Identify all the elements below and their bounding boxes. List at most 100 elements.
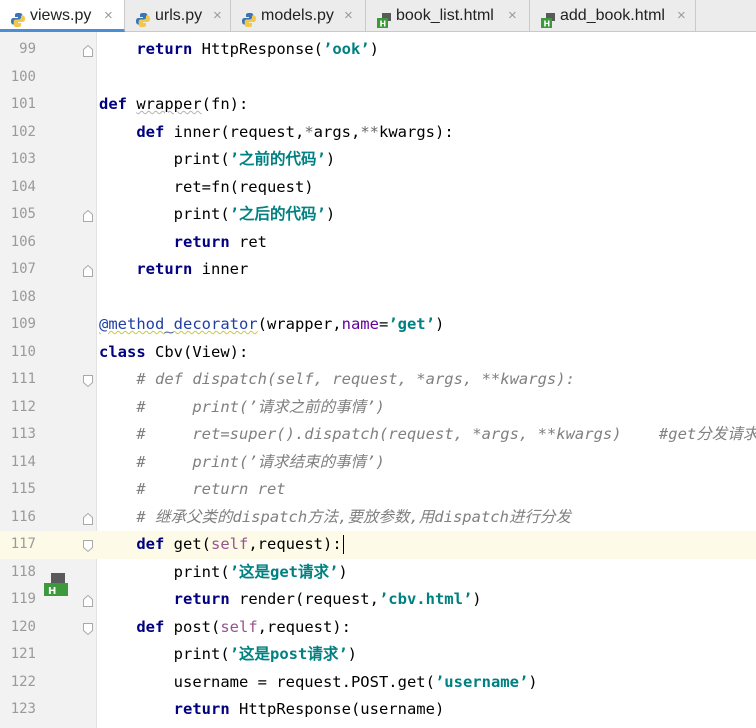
code-token: username = request.POST.get( [99,672,435,691]
code-token: print( [99,562,230,581]
editor-tab-bar: views.py × urls.py × models.py × Hbook_list.ht… [0,0,756,32]
code-token: ,request): [257,617,351,636]
code-text[interactable]: print(’之前的代码’) [99,146,336,174]
code-text[interactable]: return render(request,’cbv.html’) [99,586,482,614]
tab-models-py[interactable]: models.py × [231,0,366,31]
code-token: ,request): [248,535,342,553]
code-text[interactable]: def wrapper(fn): [99,91,248,119]
code-text[interactable]: return HttpResponse(username) [99,696,445,724]
code-token: return [136,260,193,278]
code-line[interactable]: 103 print(’之前的代码’) [0,146,756,174]
code-line[interactable]: 116 # 继承父类的dispatch方法,要放参数,用dispatch进行分发 [0,504,756,532]
code-token: ret=fn(request) [99,177,314,196]
tab-add-book-html[interactable]: Hadd_book.html × [530,0,696,31]
code-line[interactable]: 99 return HttpResponse(’ook’) [0,36,756,64]
code-line[interactable]: 118 print(’这是get请求’) [0,559,756,587]
code-text[interactable]: def inner(request,*args,**kwargs): [99,119,454,147]
fold-end-icon[interactable] [81,43,95,57]
code-line[interactable]: 112 # print(’请求之前的事情’) [0,394,756,422]
code-text[interactable]: return HttpResponse(’ook’) [99,36,379,64]
code-line[interactable]: 119 H return render(request,’cbv.html’) [0,573,756,614]
code-line[interactable]: 101 def wrapper(fn): [0,91,756,119]
code-text[interactable]: # 继承父类的dispatch方法,要放参数,用dispatch进行分发 [99,504,571,532]
code-line[interactable]: 108 [0,284,756,312]
code-token: # def dispatch(self, request, *args, **k… [136,370,575,388]
code-token: kwargs): [379,122,454,141]
code-line[interactable]: 111 # def dispatch(self, request, *args,… [0,366,756,394]
line-number: 121 [10,646,36,662]
tab-book-list-html[interactable]: Hbook_list.html × [366,0,530,31]
fold-end-icon[interactable] [81,263,95,277]
code-line[interactable]: 120 def post(self,request): [0,614,756,642]
tab-label: book_list.html [396,7,494,24]
code-token: def [136,122,165,141]
close-tab-icon[interactable]: × [344,0,353,31]
code-line[interactable]: 100 [0,64,756,92]
code-token: post( [164,617,221,636]
close-tab-icon[interactable]: × [213,0,222,31]
code-token: (fn): [201,95,249,113]
code-line[interactable]: 115 # return ret [0,476,756,504]
code-text[interactable]: print(’这是post请求’) [99,641,357,669]
code-text[interactable]: def post(self,request): [99,614,351,642]
fold-end-icon[interactable] [81,593,95,607]
close-tab-icon[interactable]: × [104,0,113,31]
tab-views-py[interactable]: views.py × [0,0,125,32]
code-text[interactable]: username = request.POST.get(’username’) [99,669,538,697]
code-token: ’ook’ [322,40,370,58]
code-text[interactable]: ret=fn(request) [99,174,314,202]
code-text[interactable]: print(’这是get请求’) [99,559,348,587]
line-number: 104 [10,178,36,195]
related-html-template-icon[interactable]: H [44,573,70,599]
code-text[interactable]: # print(’请求之前的事情’) [99,394,384,422]
line-number: 118 [10,563,36,580]
code-line[interactable]: 104 ret=fn(request) [0,174,756,202]
code-text[interactable]: # print(’请求结束的事情’) [99,449,384,477]
code-token: ) [434,315,445,333]
code-token: ’cbv.html’ [378,590,473,608]
code-line[interactable]: 107 return inner [0,256,756,284]
close-tab-icon[interactable]: × [677,0,686,31]
code-text[interactable]: # ret=super().dispatch(request, *args, *… [99,421,756,449]
code-editor[interactable]: 99 return HttpResponse(’ook’) 100 101 def w… [0,32,756,728]
code-line[interactable]: 117 def get(self,request): [0,531,756,559]
line-number: 112 [10,398,36,415]
code-token: return [173,590,230,608]
fold-end-icon[interactable] [81,511,95,525]
code-text[interactable]: return inner [99,256,248,284]
code-text[interactable]: # return ret [99,476,285,504]
code-text[interactable]: @method_decorator(wrapper,name=’get’) [99,311,444,339]
close-tab-icon[interactable]: × [508,0,517,31]
code-line[interactable]: 109 @method_decorator(wrapper,name=’get’) [0,311,756,339]
code-line[interactable]: 102 def inner(request,*args,**kwargs): [0,119,756,147]
line-number: 100 [10,68,36,85]
code-text[interactable]: # def dispatch(self, request, *args, **k… [99,366,575,394]
code-line[interactable]: 106 return ret [0,229,756,257]
fold-start-icon[interactable] [81,621,95,635]
code-token: print( [99,645,230,663]
fold-end-icon[interactable] [81,208,95,222]
code-text[interactable]: return ret [99,229,267,257]
code-line[interactable]: 114 # print(’请求结束的事情’) [0,449,756,477]
code-line[interactable]: 113 # ret=super().dispatch(request, *arg… [0,421,756,449]
code-line[interactable]: 110 class Cbv(View): [0,339,756,367]
code-line[interactable]: 122 username = request.POST.get(’usernam… [0,669,756,697]
code-line[interactable]: 123 return HttpResponse(username) [0,696,756,724]
code-text[interactable]: class Cbv(View): [99,339,248,367]
fold-start-icon[interactable] [81,373,95,388]
fold-start-icon[interactable] [81,538,95,553]
code-text[interactable]: print(’之后的代码’) [99,201,336,229]
code-line[interactable]: 105 print(’之后的代码’) [0,201,756,229]
tab-urls-py[interactable]: urls.py × [125,0,231,31]
code-text[interactable]: def get(self,request): [99,531,344,559]
line-number: 106 [10,233,36,250]
code-token: ** [360,122,379,141]
code-line[interactable]: 121 print(’这是post请求’) [0,641,756,669]
line-number: 111 [10,371,36,387]
